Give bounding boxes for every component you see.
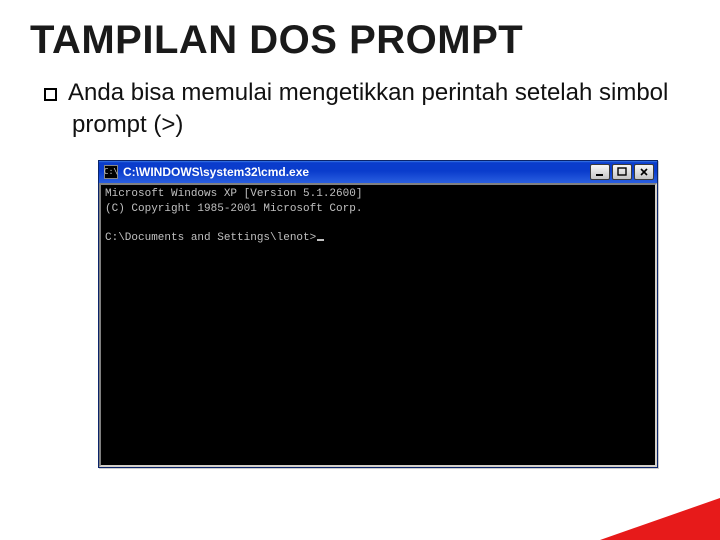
bullet-lead: Anda xyxy=(68,79,124,106)
terminal-line: (C) Copyright 1985-2001 Microsoft Corp. xyxy=(105,203,362,215)
minimize-icon xyxy=(595,167,605,177)
close-icon xyxy=(639,167,649,177)
cursor-icon xyxy=(317,239,324,241)
cmd-icon-text: C:\ xyxy=(104,168,118,176)
terminal-frame: Microsoft Windows XP [Version 5.1.2600] … xyxy=(99,183,657,467)
slide: TAMPILAN DOS PROMPT Anda bisa memulai me… xyxy=(0,0,720,540)
cmd-icon: C:\ xyxy=(104,165,118,179)
minimize-button[interactable] xyxy=(590,164,610,180)
maximize-icon xyxy=(617,167,627,177)
bullet-square-icon xyxy=(44,88,57,101)
body-paragraph: Anda bisa memulai mengetikkan perintah s… xyxy=(30,77,690,142)
page-title: TAMPILAN DOS PROMPT xyxy=(30,18,690,63)
slide-corner-accent xyxy=(600,498,720,540)
titlebar[interactable]: C:\ C:\WINDOWS\system32\cmd.exe xyxy=(99,161,657,183)
maximize-button[interactable] xyxy=(612,164,632,180)
cmd-window: C:\ C:\WINDOWS\system32\cmd.exe Microsof… xyxy=(98,160,658,468)
terminal-prompt: C:\Documents and Settings\lenot> xyxy=(105,232,316,244)
close-button[interactable] xyxy=(634,164,654,180)
window-buttons xyxy=(590,164,654,180)
terminal-line: Microsoft Windows XP [Version 5.1.2600] xyxy=(105,188,362,200)
terminal[interactable]: Microsoft Windows XP [Version 5.1.2600] … xyxy=(101,185,655,465)
window-title: C:\WINDOWS\system32\cmd.exe xyxy=(123,165,590,179)
bullet-rest: bisa memulai mengetikkan perintah setela… xyxy=(72,79,668,138)
